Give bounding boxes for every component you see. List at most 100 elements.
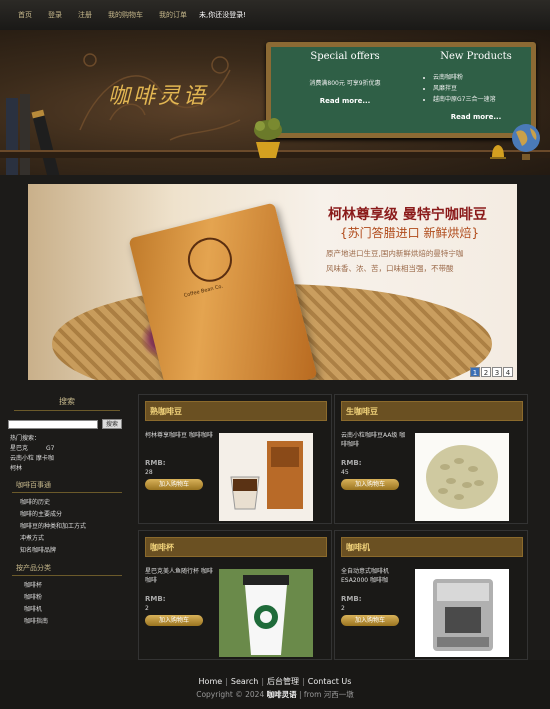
add-to-cart-button[interactable]: 加入购物车 [341,479,399,490]
search-input[interactable] [8,419,98,429]
hot-item[interactable]: 星巴克 [10,445,28,452]
chalkboard: Special offers 消费满800元 可享9折优惠 Read more.… [266,42,536,138]
copyright: Copyright © 2024 咖啡灵语 | from 河西一墩 [0,689,550,700]
product-card: 咖啡杯 星巴克美人鱼随行杯 咖啡咖啡 RMB: 2 加入购物车 [138,530,332,660]
top-nav: 首页 登录 注册 我的购物车 我的订单 未,你还没登录! [0,0,550,30]
search-button[interactable]: 搜索 [102,419,123,429]
new-products: New Products 云南咖啡粉 风靡拌豆 越南中原G7三合一速溶 Read… [421,51,531,121]
slide-page-1[interactable]: 1 [470,367,480,377]
slide-page-4[interactable]: 4 [503,367,513,377]
nav-orders[interactable]: 我的订单 [151,10,195,20]
product-price: 2 [145,605,149,612]
product-category[interactable]: 熟咖啡豆 [145,401,327,421]
product-card: 咖啡机 全自动意式咖啡机 ESA2000 咖啡咖 RMB: 2 加入购物车 [334,530,528,660]
knowledge-item[interactable]: 咖啡的主要成分 [20,509,134,521]
product-category[interactable]: 生咖啡豆 [341,401,523,421]
add-to-cart-button[interactable]: 加入购物车 [341,615,399,626]
category-item[interactable]: 咖啡粉 [20,592,134,604]
coffee-knowledge-title: 咖啡百事通 [12,480,122,493]
category-item[interactable]: 咖啡机 [20,604,134,616]
globe-icon [512,124,540,160]
price-label: RMB: [341,595,362,603]
product-image[interactable] [415,569,509,657]
add-to-cart-button[interactable]: 加入购物车 [145,615,203,626]
special-offers-more-link[interactable]: Read more... [285,97,405,105]
hot-item[interactable]: 云南小粒 摩卡咖 [10,455,54,462]
product-grid: 熟咖啡豆 柯林尊享咖啡豆 咖啡咖啡 RMB: 28 加入购物车 生咖啡豆 云南小… [138,394,528,660]
copyright-text: Copyright © 2024 [196,690,265,699]
slide-page-3[interactable]: 3 [492,367,502,377]
new-products-title: New Products [440,51,512,62]
sidebar: 搜索 搜索 热门搜索： 星巴克 G7 云南小粒 摩卡咖 柯林 咖啡百事通 咖啡的历… [0,396,134,658]
plant-icon [254,118,282,158]
footer-link-home[interactable]: Home [199,677,223,686]
knowledge-item[interactable]: 知名咖啡品牌 [20,545,134,557]
footer-from: | from 河西一墩 [299,690,354,699]
hero-body: 原产地进口生豆,国内新鲜烘焙的曼特宁咖 风味香、浓、苦，口味相当强，不带酸 [326,246,516,276]
category-item[interactable]: 咖啡杯 [20,580,134,592]
price-label: RMB: [341,459,362,467]
hot-item[interactable]: 柯林 [10,465,22,472]
hero-body-line: 风味香、浓、苦，口味相当强，不带酸 [326,264,454,273]
nav-cart[interactable]: 我的购物车 [100,10,151,20]
category-list: 咖啡杯 咖啡粉 咖啡机 咖啡指南 [0,580,134,628]
bell-icon [490,145,506,159]
product-image[interactable] [415,433,509,521]
category-item[interactable]: 咖啡指南 [20,616,134,628]
product-price: 28 [145,469,153,476]
knowledge-item[interactable]: 咖啡豆的种类和加工方式 [20,521,134,533]
product-category[interactable]: 咖啡机 [341,537,523,557]
site-header: 咖啡灵语 Special offers 消费满800元 可享9折优惠 Read … [0,30,550,175]
knowledge-item[interactable]: 咖啡的历史 [20,497,134,509]
product-desc[interactable]: 云南小粒咖啡豆AA级 咖啡咖啡 [341,431,411,449]
product-price: 45 [341,469,349,476]
product-category[interactable]: 咖啡杯 [145,537,327,557]
special-offers-text: 消费满800元 可享9折优惠 [309,80,381,87]
footer-link-search[interactable]: Search [231,677,258,686]
price-label: RMB: [145,459,166,467]
coffee-knowledge-list: 咖啡的历史 咖啡的主要成分 咖啡豆的种类和加工方式 冲煮方式 知名咖啡品牌 [0,497,134,557]
hero-body-line: 原产地进口生豆,国内新鲜烘焙的曼特宁咖 [326,249,464,258]
add-to-cart-button[interactable]: 加入购物车 [145,479,203,490]
hero-subhead: {苏门答腊进口 新鲜烘焙} [340,226,480,240]
new-product-item[interactable]: 云南咖啡粉 [433,72,531,83]
search-row: 搜索 [8,419,134,429]
slide-pager: 1 2 3 4 [470,367,513,377]
product-desc[interactable]: 全自动意式咖啡机 ESA2000 咖啡咖 [341,567,411,585]
new-product-item[interactable]: 越南中原G7三合一速溶 [433,94,531,105]
nav-login[interactable]: 登录 [40,10,70,20]
login-status: 未,你还没登录! [199,11,247,19]
slide-page-2[interactable]: 2 [481,367,491,377]
special-offers: Special offers 消费满800元 可享9折优惠 Read more.… [285,51,405,105]
nav-home[interactable]: 首页 [10,10,40,20]
site-logo[interactable]: 咖啡灵语 [108,78,208,110]
search-title: 搜索 [14,396,120,411]
footer-brand: 咖啡灵语 [266,690,297,699]
footer-link-admin[interactable]: 后台管理 [267,677,299,686]
product-desc[interactable]: 柯林尊享咖啡豆 咖啡咖啡 [145,431,215,440]
category-title: 按产品分类 [12,563,122,576]
site-footer: Home | Search | 后台管理 | Contact Us Copyright © … [0,660,550,709]
product-image[interactable] [219,569,313,657]
hero-headline: 柯林尊享级 曼特宁咖啡豆 [328,207,487,223]
knowledge-item[interactable]: 冲煮方式 [20,533,134,545]
product-image[interactable] [219,433,313,521]
new-products-more-link[interactable]: Read more... [421,113,531,121]
product-desc[interactable]: 星巴克美人鱼随行杯 咖啡咖啡 [145,567,215,585]
hot-item[interactable]: G7 [46,445,54,452]
bag-badge-icon [183,233,237,287]
new-product-item[interactable]: 风靡拌豆 [433,83,531,94]
coffee-bag-image: Coffee Bean Co. [128,202,318,380]
footer-link-contact[interactable]: Contact Us [308,677,352,686]
product-card: 生咖啡豆 云南小粒咖啡豆AA级 咖啡咖啡 RMB: 45 加入购物车 [334,394,528,524]
books-decoration [6,94,61,175]
hot-searches: 热门搜索： 星巴克 G7 云南小粒 摩卡咖 柯林 [10,434,134,474]
nav-register[interactable]: 注册 [70,10,100,20]
special-offers-title: Special offers [310,51,380,62]
product-price: 2 [341,605,345,612]
new-products-list: 云南咖啡粉 风靡拌豆 越南中原G7三合一速溶 [421,72,531,105]
footer-links: Home | Search | 后台管理 | Contact Us [198,677,352,686]
product-card: 熟咖啡豆 柯林尊享咖啡豆 咖啡咖啡 RMB: 28 加入购物车 [138,394,332,524]
hot-label: 热门搜索： [10,435,41,442]
hero-slideshow[interactable]: Coffee Bean Co. 柯林尊享级 曼特宁咖啡豆 {苏门答腊进口 新鲜烘… [28,184,517,380]
